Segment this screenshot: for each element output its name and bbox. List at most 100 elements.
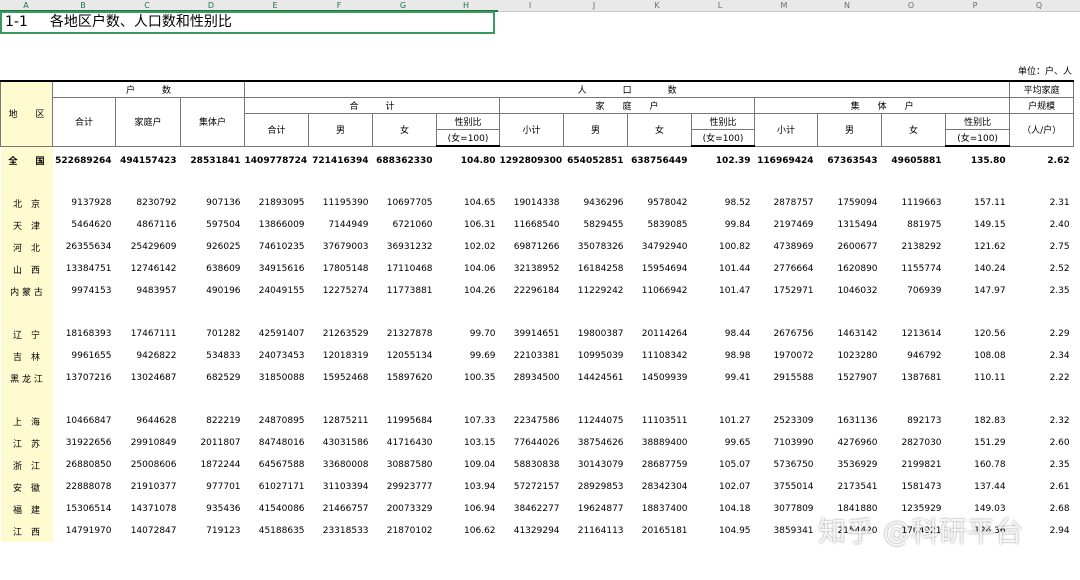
value-cell[interactable]: 23318533 — [309, 520, 373, 542]
value-cell[interactable]: 35078326 — [564, 236, 628, 258]
value-cell[interactable]: 24870895 — [245, 410, 309, 432]
value-cell[interactable]: 1023280 — [818, 345, 882, 367]
spacer-cell[interactable] — [628, 302, 692, 323]
value-cell[interactable]: 2.60 — [1010, 432, 1074, 454]
value-cell[interactable]: 1119663 — [882, 192, 946, 214]
value-cell[interactable]: 104.80 — [437, 146, 500, 175]
value-cell[interactable]: 2878757 — [755, 192, 818, 214]
value-cell[interactable]: 719123 — [181, 520, 245, 542]
value-cell[interactable]: 2.22 — [1010, 367, 1074, 389]
value-cell[interactable]: 14371078 — [116, 498, 181, 520]
value-cell[interactable]: 1463142 — [818, 323, 882, 345]
value-cell[interactable]: 881975 — [882, 214, 946, 236]
value-cell[interactable]: 30887580 — [373, 454, 437, 476]
value-cell[interactable]: 121.62 — [946, 236, 1010, 258]
value-cell[interactable]: 106.62 — [437, 520, 500, 542]
value-cell[interactable]: 107.33 — [437, 410, 500, 432]
value-cell[interactable]: 25429609 — [116, 236, 181, 258]
value-cell[interactable]: 522689264 — [53, 146, 116, 175]
spacer-cell[interactable] — [437, 175, 500, 192]
value-cell[interactable]: 3077809 — [755, 498, 818, 520]
value-cell[interactable]: 19624877 — [564, 498, 628, 520]
value-cell[interactable]: 16184258 — [564, 258, 628, 280]
spacer-cell[interactable] — [564, 302, 628, 323]
spacer-cell[interactable] — [882, 175, 946, 192]
value-cell[interactable]: 22347586 — [500, 410, 564, 432]
spacer-cell[interactable] — [818, 302, 882, 323]
spacer-cell[interactable] — [437, 302, 500, 323]
value-cell[interactable]: 682529 — [181, 367, 245, 389]
value-cell[interactable]: 38754626 — [564, 432, 628, 454]
value-cell[interactable]: 42591407 — [245, 323, 309, 345]
value-cell[interactable]: 1841880 — [818, 498, 882, 520]
spacer-cell[interactable] — [1010, 302, 1074, 323]
value-cell[interactable]: 597504 — [181, 214, 245, 236]
spacer-cell[interactable] — [181, 175, 245, 192]
spacer-cell[interactable] — [245, 302, 309, 323]
value-cell[interactable]: 11195390 — [309, 192, 373, 214]
value-cell[interactable]: 1631136 — [818, 410, 882, 432]
value-cell[interactable]: 33680008 — [309, 454, 373, 476]
value-cell[interactable]: 2.68 — [1010, 498, 1074, 520]
value-cell[interactable]: 24073453 — [245, 345, 309, 367]
value-cell[interactable]: 17110468 — [373, 258, 437, 280]
value-cell[interactable]: 20114264 — [628, 323, 692, 345]
value-cell[interactable]: 32138952 — [500, 258, 564, 280]
value-cell[interactable]: 104.65 — [437, 192, 500, 214]
value-cell[interactable]: 1046032 — [818, 280, 882, 302]
value-cell[interactable]: 99.69 — [437, 345, 500, 367]
spacer-cell[interactable] — [692, 389, 755, 410]
value-cell[interactable]: 9483957 — [116, 280, 181, 302]
value-cell[interactable]: 11108342 — [628, 345, 692, 367]
value-cell[interactable]: 99.41 — [692, 367, 755, 389]
value-cell[interactable]: 15897620 — [373, 367, 437, 389]
value-cell[interactable]: 14072847 — [116, 520, 181, 542]
value-cell[interactable]: 34915616 — [245, 258, 309, 280]
value-cell[interactable]: 84748016 — [245, 432, 309, 454]
value-cell[interactable]: 2915588 — [755, 367, 818, 389]
value-cell[interactable]: 30143079 — [564, 454, 628, 476]
value-cell[interactable]: 17467111 — [116, 323, 181, 345]
spacer-cell[interactable] — [818, 389, 882, 410]
column-letter-f[interactable]: F — [337, 0, 342, 11]
value-cell[interactable]: 11103511 — [628, 410, 692, 432]
value-cell[interactable]: 9436296 — [564, 192, 628, 214]
value-cell[interactable]: 58830838 — [500, 454, 564, 476]
spacer-cell[interactable] — [500, 389, 564, 410]
value-cell[interactable]: 946792 — [882, 345, 946, 367]
value-cell[interactable]: 39914651 — [500, 323, 564, 345]
spacer-region-cell[interactable] — [0, 175, 53, 192]
value-cell[interactable]: 1581473 — [882, 476, 946, 498]
spacer-cell[interactable] — [437, 389, 500, 410]
value-cell[interactable]: 21893095 — [245, 192, 309, 214]
spacer-cell[interactable] — [564, 175, 628, 192]
value-cell[interactable]: 38462277 — [500, 498, 564, 520]
value-cell[interactable]: 490196 — [181, 280, 245, 302]
spacer-cell[interactable] — [181, 389, 245, 410]
value-cell[interactable]: 11229242 — [564, 280, 628, 302]
value-cell[interactable]: 5829455 — [564, 214, 628, 236]
spacer-cell[interactable] — [53, 302, 116, 323]
value-cell[interactable]: 638756449 — [628, 146, 692, 175]
value-cell[interactable]: 12055134 — [373, 345, 437, 367]
value-cell[interactable]: 1409778724 — [245, 146, 309, 175]
value-cell[interactable]: 3755014 — [755, 476, 818, 498]
value-cell[interactable]: 14424561 — [564, 367, 628, 389]
value-cell[interactable]: 688362330 — [373, 146, 437, 175]
value-cell[interactable]: 7144949 — [309, 214, 373, 236]
value-cell[interactable]: 14791970 — [53, 520, 116, 542]
value-cell[interactable]: 1235929 — [882, 498, 946, 520]
spacer-cell[interactable] — [373, 389, 437, 410]
value-cell[interactable]: 104.18 — [692, 498, 755, 520]
spacer-cell[interactable] — [882, 302, 946, 323]
spacer-cell[interactable] — [946, 389, 1010, 410]
value-cell[interactable]: 100.82 — [692, 236, 755, 258]
value-cell[interactable]: 2197469 — [755, 214, 818, 236]
value-cell[interactable]: 31850088 — [245, 367, 309, 389]
value-cell[interactable]: 2.52 — [1010, 258, 1074, 280]
column-letter-q[interactable]: Q — [1036, 0, 1042, 11]
region-cell[interactable]: 天 津 — [0, 214, 53, 236]
title-cell[interactable]: 1-1 各地区户数、人口数和性别比 — [0, 11, 495, 34]
value-cell[interactable]: 10466847 — [53, 410, 116, 432]
value-cell[interactable]: 1759094 — [818, 192, 882, 214]
